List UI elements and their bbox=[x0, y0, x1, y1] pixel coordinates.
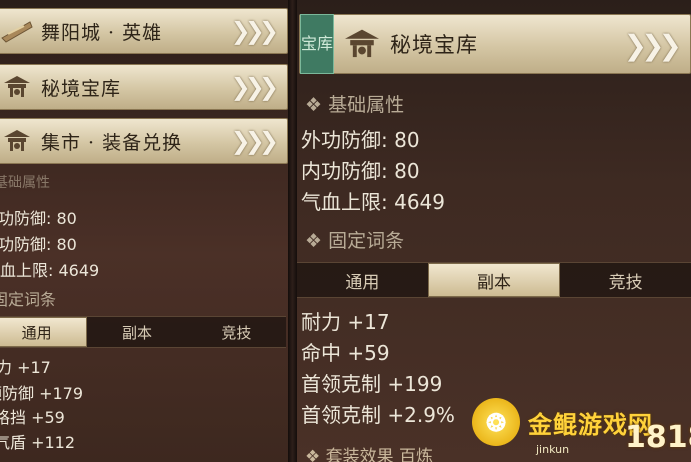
tab-general[interactable]: 通用 bbox=[297, 263, 428, 297]
chevron-right-icon: ❯❯❯ bbox=[230, 17, 279, 45]
menu-item-wuyang-hero[interactable]: 舞阳城 · 英雄 ❯❯❯ bbox=[0, 8, 288, 54]
entry-line: 命中 +59 bbox=[301, 341, 390, 365]
tab-arena[interactable]: 竞技 bbox=[560, 263, 691, 297]
entry-line: 首领克制 +199 bbox=[301, 372, 443, 396]
chevron-right-icon: ❯❯❯ bbox=[230, 127, 279, 155]
panel-divider bbox=[288, 0, 297, 462]
tab-dungeon[interactable]: 副本 bbox=[87, 317, 186, 347]
treasury-badge: 宝库 bbox=[300, 14, 334, 74]
stat-line: 气血上限: 4649 bbox=[0, 261, 100, 280]
entry-line: 气盾 +112 bbox=[0, 433, 76, 452]
watermark-sub: jinkun bbox=[536, 443, 570, 456]
stat-line: 内功防御: 80 bbox=[0, 235, 77, 254]
menu-label: 集市 · 装备兑换 bbox=[41, 131, 183, 154]
right-tabs: 通用 副本 竞技 bbox=[297, 262, 691, 298]
treasury-header[interactable]: 秘境宝库 ❯❯❯ bbox=[299, 14, 691, 74]
pavilion-icon bbox=[0, 72, 37, 102]
entry-line: 首领防御 +179 bbox=[0, 384, 84, 403]
menu-item-secret-treasury[interactable]: 秘境宝库 ❯❯❯ bbox=[0, 64, 288, 110]
menu-label: 舞阳城 · 英雄 bbox=[41, 21, 163, 44]
section-fixed-entries: 固定词条 bbox=[0, 290, 57, 309]
section-basic-attributes: ❖ 基础属性 bbox=[305, 90, 404, 117]
tab-dungeon[interactable]: 副本 bbox=[427, 263, 561, 297]
chevron-right-icon: ❯❯❯ bbox=[230, 73, 279, 101]
section-basic-attributes: 基础属性 bbox=[0, 175, 50, 191]
diamond-icon: ❖ bbox=[305, 447, 326, 462]
right-panel: 秘境宝库 ❯❯❯ ❖ 基础属性 外功防御: 80 内功防御: 80 气血上限: … bbox=[297, 0, 691, 462]
section-fixed-entries: ❖ 固定词条 bbox=[305, 226, 404, 253]
stat-line: 内功防御: 80 bbox=[301, 159, 420, 183]
banner-icon bbox=[0, 16, 37, 46]
left-panel: 舞阳城 · 英雄 ❯❯❯ 秘境宝库 ❯❯❯ 集市 · 装备兑换 ❯❯❯ 基础属性… bbox=[0, 0, 288, 462]
stat-line: 气血上限: 4649 bbox=[301, 190, 445, 214]
watermark-logo-icon: ❂ bbox=[472, 398, 520, 446]
entry-line: 耐力 +17 bbox=[301, 310, 390, 334]
section-title: 固定词条 bbox=[328, 230, 405, 252]
section-title: 基础属性 bbox=[328, 94, 405, 116]
left-tabs: 通用 副本 竞技 bbox=[0, 316, 286, 348]
tab-arena[interactable]: 竞技 bbox=[187, 317, 286, 347]
watermark-number: 1818 bbox=[625, 420, 691, 455]
stat-line: 外功防御: 80 bbox=[301, 128, 420, 152]
entry-line: 格挡 +59 bbox=[0, 408, 65, 427]
menu-label: 秘境宝库 bbox=[41, 77, 122, 100]
set-effect-label: 套装效果 百炼 bbox=[325, 447, 434, 462]
pavilion-icon bbox=[0, 126, 37, 156]
tab-general[interactable]: 通用 bbox=[0, 317, 88, 347]
header-label: 秘境宝库 bbox=[390, 33, 478, 57]
set-effect-partial: ❖ 套装效果 百炼 bbox=[305, 442, 433, 462]
menu-item-market-exchange[interactable]: 集市 · 装备兑换 ❯❯❯ bbox=[0, 118, 288, 164]
stat-line: 内功防御: 80 bbox=[0, 209, 77, 228]
chevron-right-icon: ❯❯❯ bbox=[623, 29, 682, 62]
diamond-icon: ❖ bbox=[305, 230, 329, 252]
diamond-icon: ❖ bbox=[305, 94, 329, 116]
entry-line: 首领克制 +2.9% bbox=[301, 403, 455, 427]
entry-line: 耐力 +17 bbox=[0, 358, 51, 377]
pavilion-icon bbox=[338, 29, 386, 59]
